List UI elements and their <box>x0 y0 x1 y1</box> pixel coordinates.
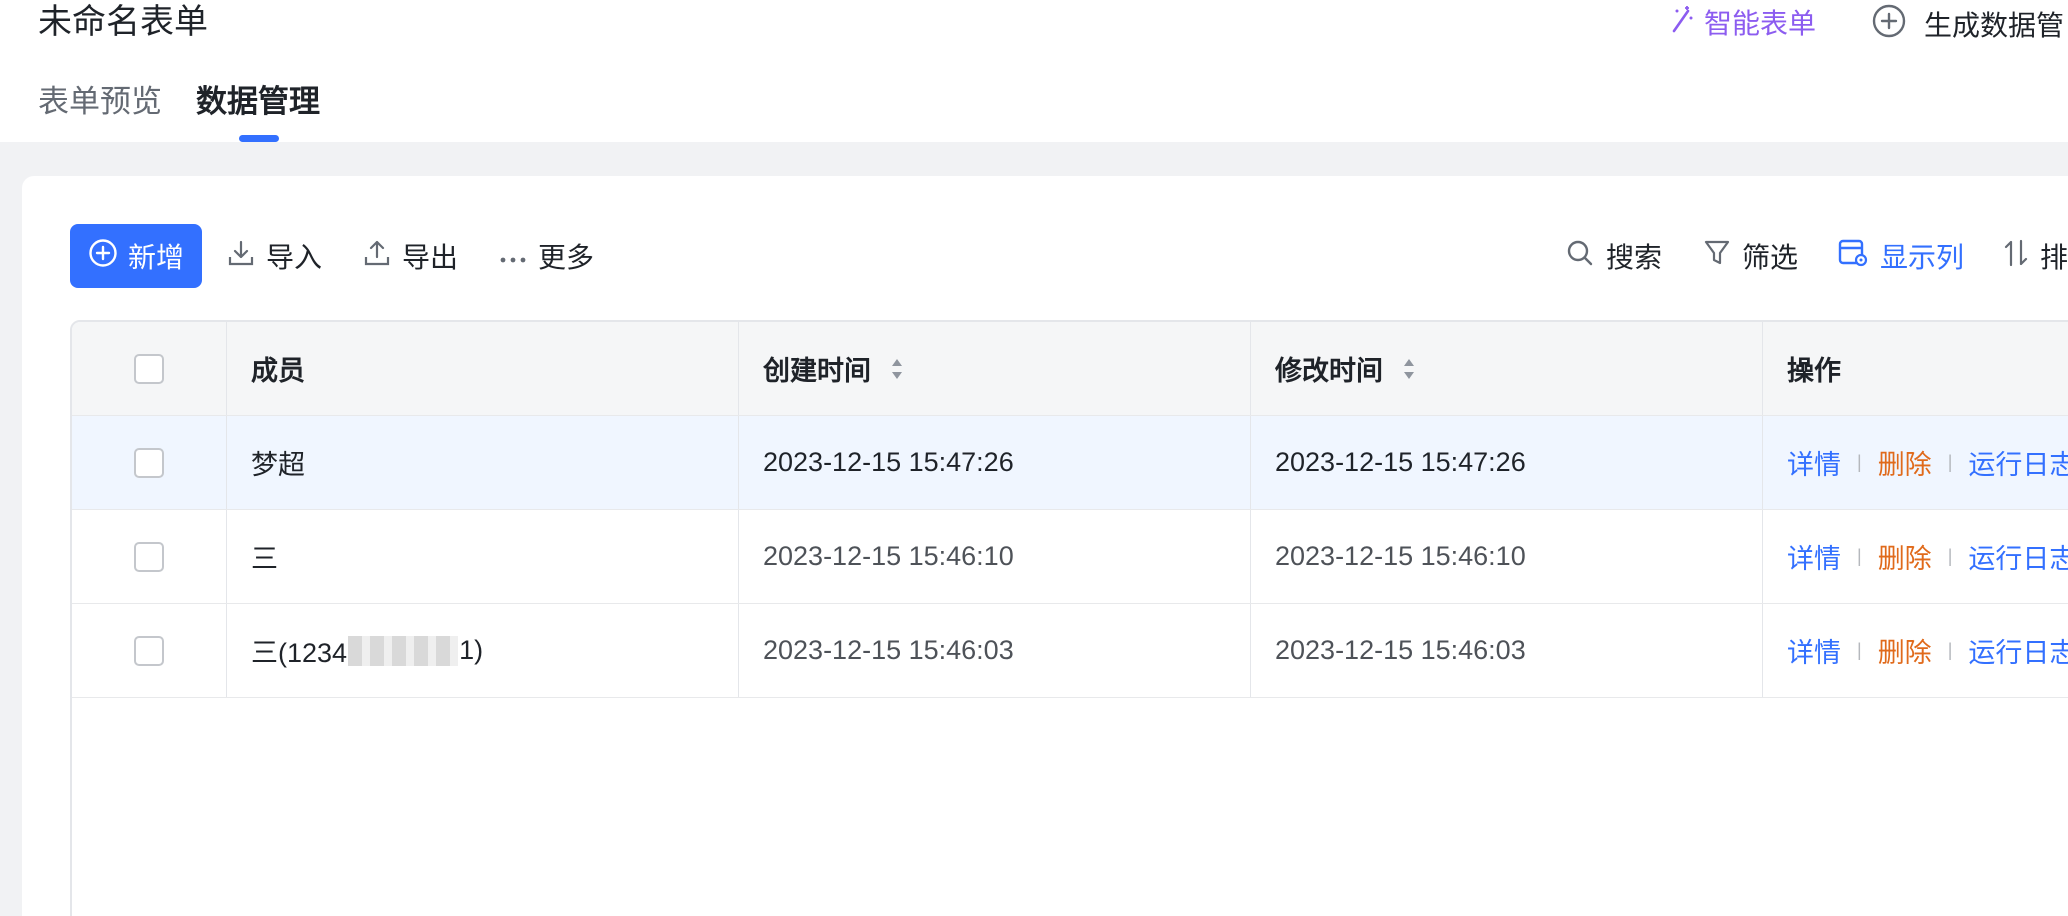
top-bar: 未命名表单 智能表单 生成数据管 表单预览 数据管理 <box>0 0 2068 142</box>
run-log-link[interactable]: 运行日志 <box>1968 537 2068 576</box>
tab-bar: 表单预览 数据管理 <box>38 78 320 142</box>
column-header-member: 成员 <box>227 322 739 415</box>
delete-link[interactable]: 删除 <box>1878 443 1932 482</box>
add-button[interactable]: 新增 <box>70 224 202 288</box>
smart-form-label: 智能表单 <box>1704 8 1817 39</box>
generate-data-label: 生成数据管 <box>1924 10 2065 41</box>
download-icon <box>228 239 254 274</box>
more-label: 更多 <box>538 242 595 273</box>
data-table: 成员 创建时间 修改时间 操作 梦超 2023-12-15 15:47:26 2… <box>70 320 2068 916</box>
run-log-link[interactable]: 运行日志 <box>1968 443 2068 482</box>
row-checkbox[interactable] <box>134 541 164 572</box>
sort-button[interactable]: 排 <box>2004 224 2068 288</box>
cell-member: 三 <box>227 510 739 603</box>
page-title: 未命名表单 <box>38 3 208 41</box>
table-row[interactable]: 梦超 2023-12-15 15:47:26 2023-12-15 15:47:… <box>72 416 2068 510</box>
cell-modified: 2023-12-15 15:46:10 <box>1251 510 1763 603</box>
separator: | <box>1947 546 1953 566</box>
tab-form-preview[interactable]: 表单预览 <box>38 78 162 142</box>
add-label: 新增 <box>127 242 184 273</box>
cell-member: 三(1234 1) <box>227 604 739 697</box>
cell-created: 2023-12-15 15:47:26 <box>739 416 1251 509</box>
sort-label: 排 <box>2040 242 2068 273</box>
cell-created: 2023-12-15 15:46:10 <box>739 510 1251 603</box>
import-button[interactable]: 导入 <box>228 224 322 288</box>
smart-form-button[interactable]: 智能表单 <box>1670 2 1816 42</box>
export-label: 导出 <box>402 242 459 273</box>
columns-button[interactable]: 显示列 <box>1838 224 1964 288</box>
column-header-created[interactable]: 创建时间 <box>739 322 1251 415</box>
search-label: 搜索 <box>1606 242 1663 273</box>
run-log-link[interactable]: 运行日志 <box>1968 631 2068 670</box>
delete-link[interactable]: 删除 <box>1878 631 1932 670</box>
row-checkbox[interactable] <box>134 447 164 478</box>
row-checkbox[interactable] <box>134 635 164 666</box>
sort-arrows-icon <box>2004 239 2028 274</box>
active-tab-indicator <box>239 135 279 142</box>
separator: | <box>1947 640 1953 660</box>
toolbar: 新增 导入 导出 更多 搜索 筛选 显示列 排 <box>70 224 2068 288</box>
cell-member: 梦超 <box>227 416 739 509</box>
cell-modified: 2023-12-15 15:47:26 <box>1251 416 1763 509</box>
select-all-checkbox[interactable] <box>134 353 164 384</box>
search-icon <box>1566 239 1594 274</box>
separator: | <box>1857 546 1862 566</box>
column-header-actions: 操作 <box>1787 356 1841 386</box>
sort-caret-icon[interactable] <box>1403 358 1415 380</box>
detail-link[interactable]: 详情 <box>1787 443 1841 482</box>
tab-data-management[interactable]: 数据管理 <box>196 78 320 142</box>
table-row[interactable]: 三 2023-12-15 15:46:10 2023-12-15 15:46:1… <box>72 510 2068 604</box>
detail-link[interactable]: 详情 <box>1787 631 1841 670</box>
table-header: 成员 创建时间 修改时间 操作 <box>72 322 2068 416</box>
import-label: 导入 <box>266 242 323 273</box>
detail-link[interactable]: 详情 <box>1787 537 1841 576</box>
upload-icon <box>364 239 390 274</box>
separator: | <box>1947 452 1953 472</box>
table-settings-icon <box>1838 238 1868 275</box>
export-button[interactable]: 导出 <box>364 224 458 288</box>
separator: | <box>1857 640 1862 660</box>
filter-icon <box>1704 239 1730 274</box>
plus-circle-icon <box>1872 4 1906 45</box>
column-header-modified[interactable]: 修改时间 <box>1251 322 1763 415</box>
filter-label: 筛选 <box>1742 242 1799 273</box>
columns-label: 显示列 <box>1880 242 1965 273</box>
delete-link[interactable]: 删除 <box>1878 537 1932 576</box>
redacted-text <box>348 635 459 666</box>
cell-created: 2023-12-15 15:46:03 <box>739 604 1251 697</box>
more-dots-icon <box>500 240 526 272</box>
plus-circle-icon <box>88 238 118 275</box>
magic-wand-icon <box>1670 5 1694 40</box>
more-button[interactable]: 更多 <box>500 224 594 288</box>
search-button[interactable]: 搜索 <box>1566 224 1662 288</box>
cell-modified: 2023-12-15 15:46:03 <box>1251 604 1763 697</box>
separator: | <box>1857 452 1862 472</box>
filter-button[interactable]: 筛选 <box>1704 224 1798 288</box>
sort-caret-icon[interactable] <box>891 358 903 380</box>
generate-data-button[interactable]: 生成数据管 <box>1872 2 2064 46</box>
table-row[interactable]: 三(1234 1) 2023-12-15 15:46:03 2023-12-15 … <box>72 604 2068 698</box>
